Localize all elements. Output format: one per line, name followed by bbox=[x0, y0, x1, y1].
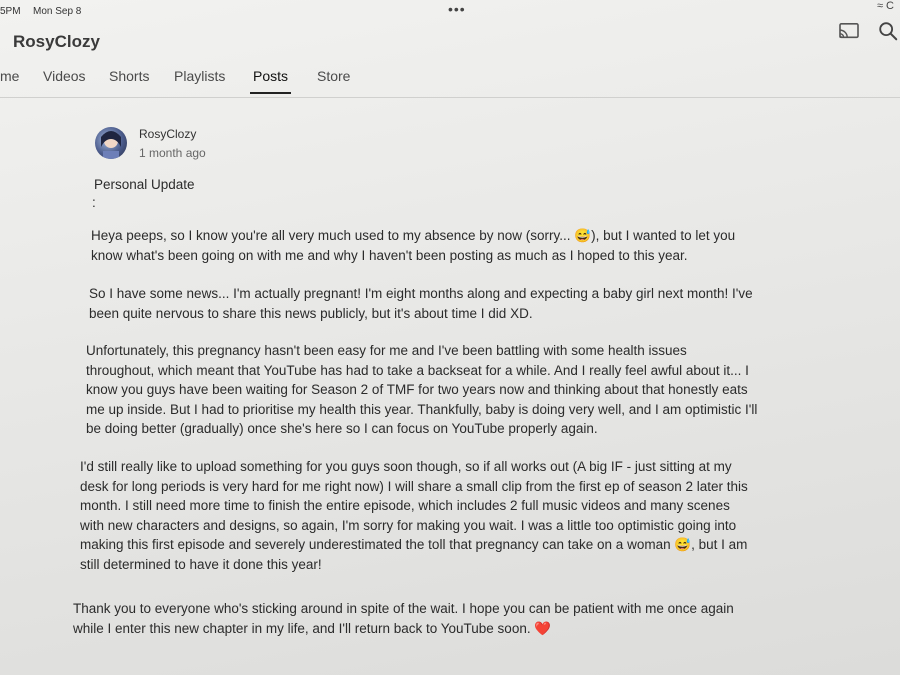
tab-shorts[interactable]: Shorts bbox=[109, 68, 149, 84]
cast-icon[interactable] bbox=[838, 22, 860, 40]
tab-home[interactable]: me bbox=[0, 68, 19, 84]
active-tab-indicator bbox=[250, 92, 292, 94]
post-title: Personal Update bbox=[94, 177, 195, 192]
post-paragraph-4: I'd still really like to upload somethin… bbox=[80, 459, 748, 572]
community-post: RosyClozy 1 month ago Personal Update : … bbox=[0, 100, 900, 675]
tab-playlists[interactable]: Playlists bbox=[174, 68, 225, 84]
post-paragraph-3: Unfortunately, this pregnancy hasn't bee… bbox=[86, 343, 758, 436]
channel-header: RosyClozy bbox=[0, 22, 900, 62]
status-time: 5PM bbox=[0, 6, 21, 17]
post-paragraph-5: Thank you to everyone who's sticking aro… bbox=[73, 601, 734, 636]
tab-posts-label: Posts bbox=[253, 68, 289, 84]
tab-videos[interactable]: Videos bbox=[43, 68, 86, 84]
status-bar: 5PM Mon Sep 8 ••• ≈ C bbox=[0, 0, 900, 22]
tab-posts[interactable]: Posts bbox=[250, 68, 292, 94]
tabs-divider bbox=[0, 97, 900, 98]
post-paragraph-0: : bbox=[92, 195, 96, 210]
post-paragraph-2: So I have some news... I'm actually preg… bbox=[89, 286, 753, 321]
status-date: Mon Sep 8 bbox=[33, 6, 82, 17]
avatar[interactable] bbox=[95, 127, 127, 159]
post-timestamp[interactable]: 1 month ago bbox=[139, 146, 206, 160]
wifi-icon: ≈ C bbox=[876, 0, 894, 12]
tab-store[interactable]: Store bbox=[317, 68, 350, 84]
post-paragraph-1: Heya peeps, so I know you're all very mu… bbox=[91, 228, 736, 263]
search-icon[interactable] bbox=[877, 20, 899, 42]
post-author[interactable]: RosyClozy bbox=[139, 127, 196, 141]
channel-name: RosyClozy bbox=[13, 32, 100, 51]
channel-tabs: me Videos Shorts Playlists Posts Store bbox=[0, 62, 900, 98]
multitasking-dots[interactable]: ••• bbox=[448, 1, 466, 17]
